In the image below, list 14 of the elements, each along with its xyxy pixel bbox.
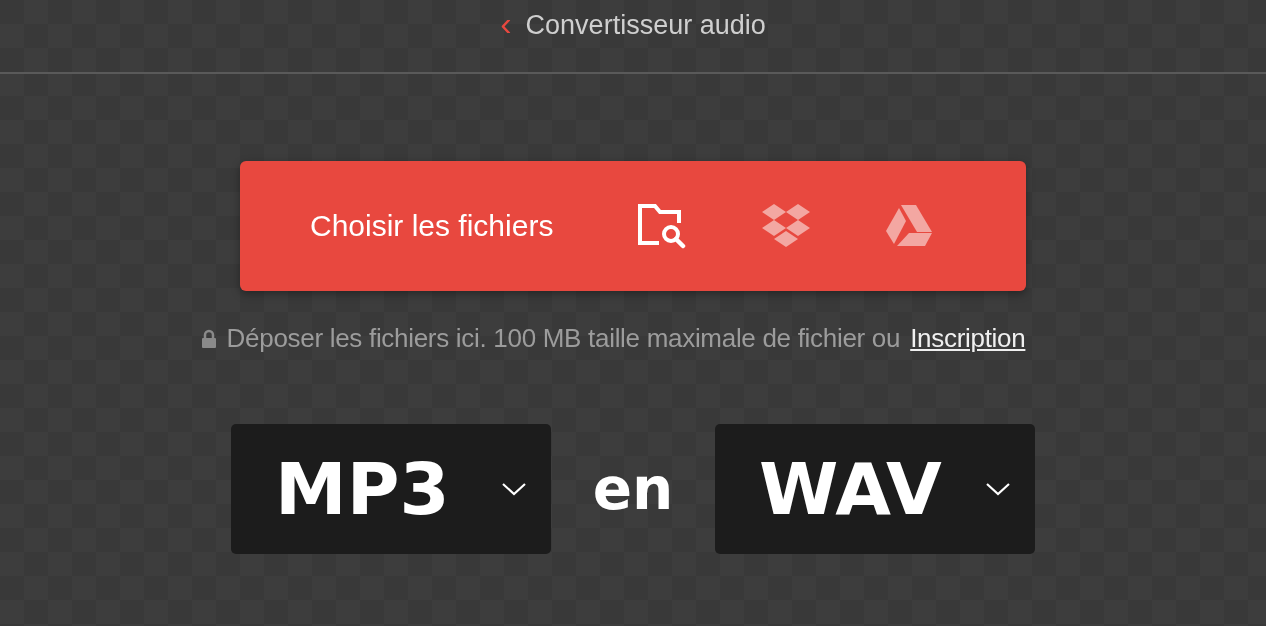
page-title: Convertisseur audio [525, 9, 766, 41]
choose-files-button[interactable]: Choisir les fichiers [240, 161, 1026, 291]
separator-text: en [591, 455, 675, 523]
chevron-down-icon [985, 481, 1011, 497]
drive-icon[interactable] [885, 205, 934, 247]
target-format-dropdown[interactable]: WAV [715, 424, 1035, 554]
source-format-dropdown[interactable]: MP3 [231, 424, 551, 554]
chevron-down-icon [501, 481, 527, 497]
folder-search-icon[interactable] [637, 203, 688, 249]
upload-hint: Déposer les fichiers ici. 100 MB taille maximale de fichier ou [226, 323, 901, 354]
dropbox-icon[interactable] [761, 204, 812, 248]
lock-icon [200, 328, 217, 349]
signup-link[interactable]: Inscription [910, 323, 1026, 354]
choose-files-label: Choisir les fichiers [310, 209, 554, 243]
